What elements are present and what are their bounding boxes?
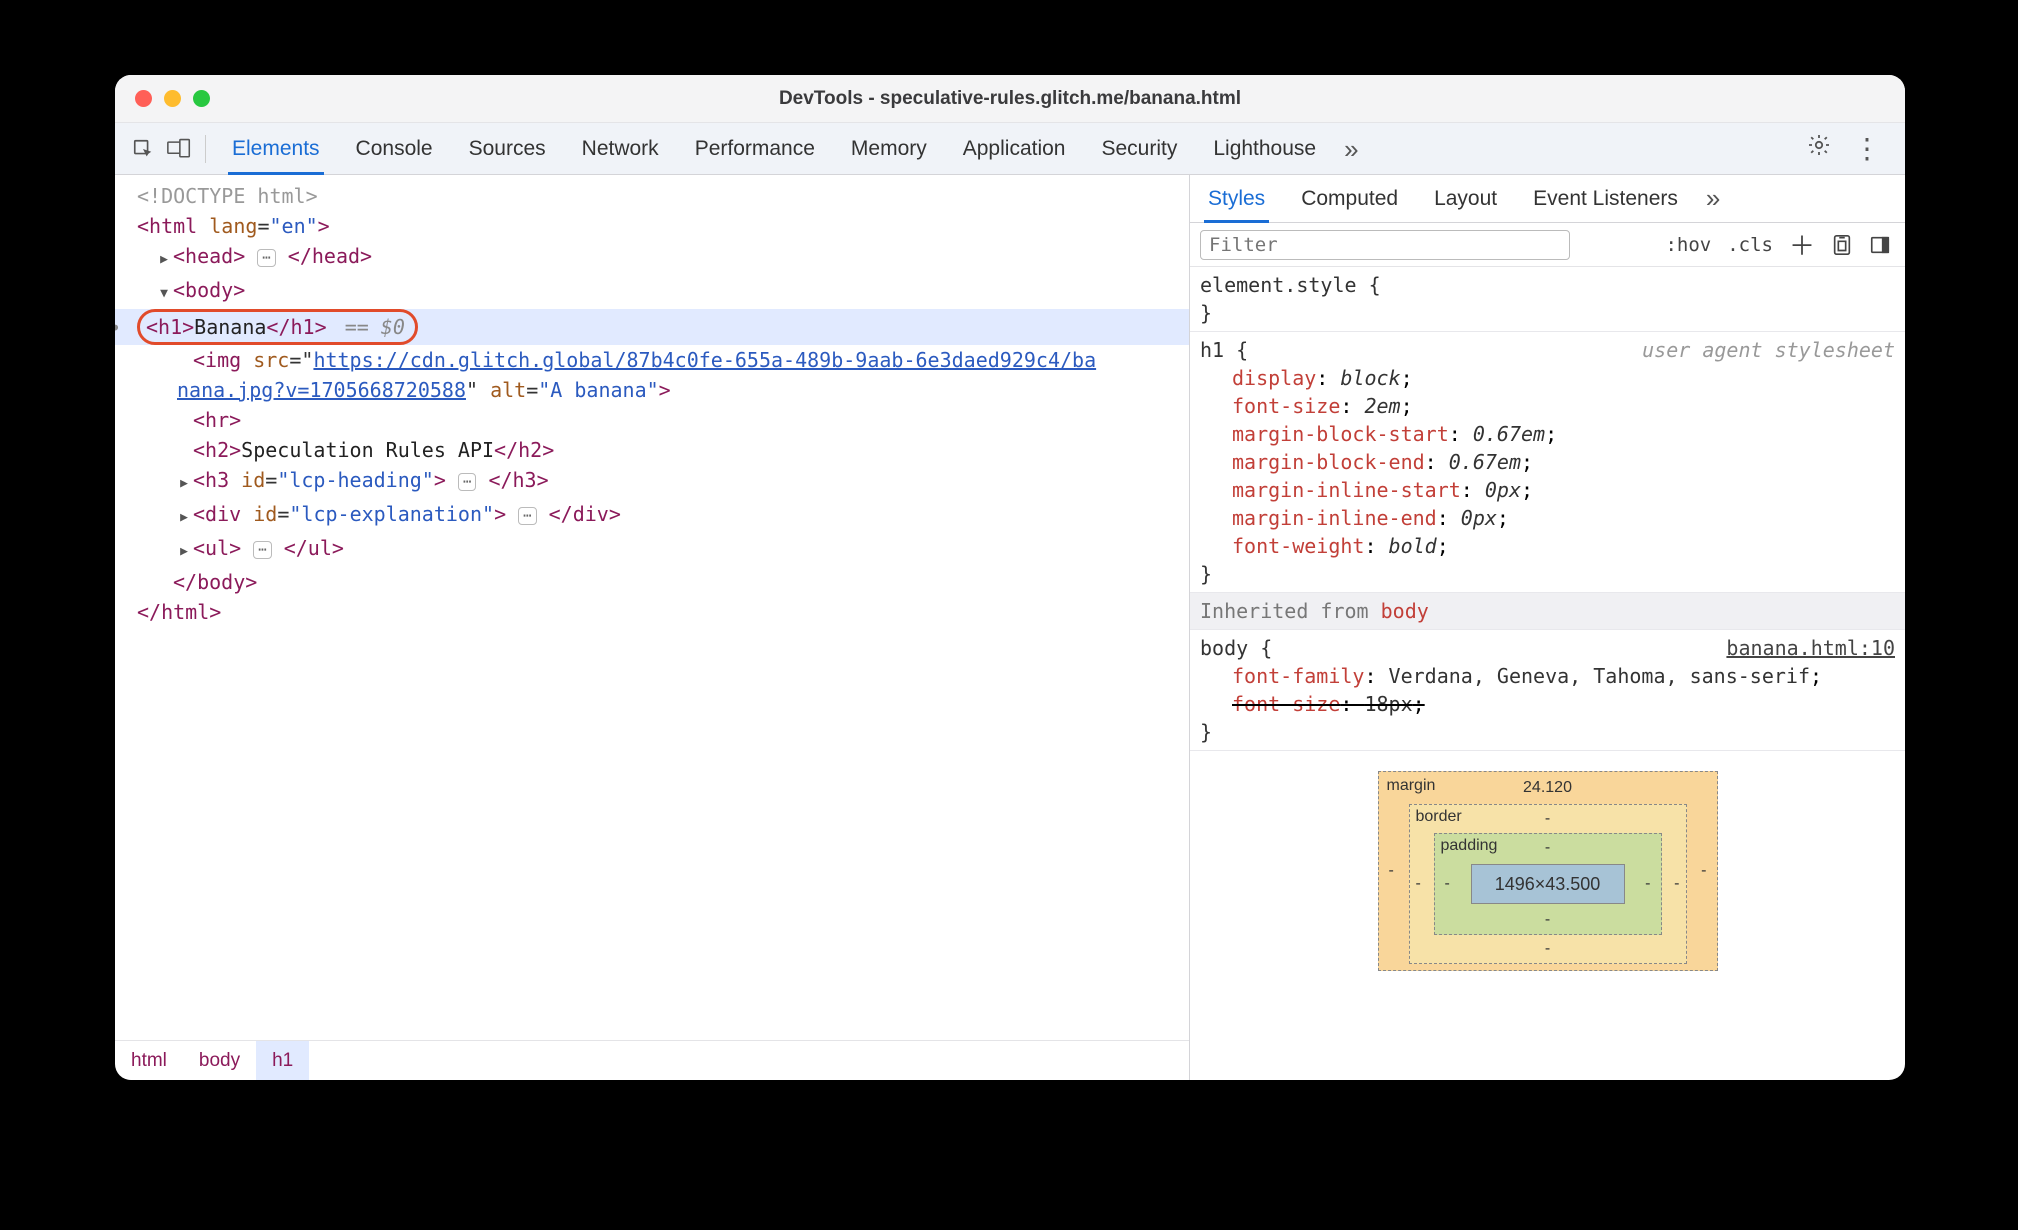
dom-body-close[interactable]: </body> <box>137 567 1189 597</box>
more-icon[interactable]: ••• <box>115 313 123 343</box>
dom-panel: <!DOCTYPE html> <html lang="en"> <head> … <box>115 175 1190 1080</box>
box-padding: padding - - - - 1496×43.500 <box>1434 833 1662 935</box>
disclosure-icon[interactable] <box>157 241 171 275</box>
dom-div[interactable]: <div id="lcp-explanation"> ⋯ </div> <box>137 499 1189 533</box>
box-margin: margin 24.120 - - border - - - padding - <box>1378 771 1718 971</box>
rule-h1[interactable]: h1 { user agent stylesheet display: bloc… <box>1190 332 1905 593</box>
dom-img[interactable]: <img src="https://cdn.glitch.global/87b4… <box>137 345 1117 405</box>
crumb-body[interactable]: body <box>183 1041 256 1080</box>
tab-performance[interactable]: Performance <box>677 123 833 174</box>
crumb-html[interactable]: html <box>115 1041 183 1080</box>
ua-stylesheet-label: user agent stylesheet <box>1642 336 1895 364</box>
rule-body[interactable]: body { banana.html:10 font-family: Verda… <box>1190 630 1905 751</box>
more-tabs-icon[interactable]: » <box>1334 123 1368 174</box>
filter-input[interactable] <box>1200 230 1570 260</box>
dom-html-close[interactable]: </html> <box>137 597 1189 627</box>
inherited-header: Inherited from body <box>1190 593 1905 630</box>
tab-memory[interactable]: Memory <box>833 123 945 174</box>
box-border: border - - - padding - - - - <box>1409 804 1687 964</box>
divider <box>205 135 206 163</box>
dom-tree[interactable]: <!DOCTYPE html> <html lang="en"> <head> … <box>115 175 1189 1040</box>
ellipsis-icon[interactable]: ⋯ <box>253 541 271 559</box>
new-rule-icon[interactable]: ＋ <box>1785 223 1819 266</box>
tab-security[interactable]: Security <box>1083 123 1195 174</box>
ellipsis-icon[interactable]: ⋯ <box>257 249 275 267</box>
box-content: 1496×43.500 <box>1471 864 1625 904</box>
styles-sidebar-icon[interactable] <box>1827 223 1857 266</box>
margin-label: margin <box>1387 778 1436 794</box>
kebab-icon[interactable]: ⋮ <box>1853 143 1881 154</box>
tab-application[interactable]: Application <box>945 123 1084 174</box>
filter-bar: :hov .cls ＋ <box>1190 223 1905 267</box>
tab-lighthouse[interactable]: Lighthouse <box>1195 123 1334 174</box>
box-model[interactable]: margin 24.120 - - border - - - padding - <box>1190 751 1905 971</box>
tab-console[interactable]: Console <box>338 123 451 174</box>
disclosure-icon[interactable] <box>177 533 191 567</box>
crumb-h1[interactable]: h1 <box>256 1041 309 1080</box>
h1-text: Banana <box>194 315 266 339</box>
hov-button[interactable]: :hov <box>1661 223 1715 266</box>
close-icon[interactable] <box>135 90 152 107</box>
page-title: DevTools - speculative-rules.glitch.me/b… <box>115 88 1905 110</box>
dom-body-open[interactable]: <body> <box>137 275 1189 309</box>
split-view: <!DOCTYPE html> <html lang="en"> <head> … <box>115 175 1905 1080</box>
styles-panel: Styles Computed Layout Event Listeners »… <box>1190 175 1905 1080</box>
panel-toggle-icon[interactable] <box>1865 223 1895 266</box>
selected-ref: == $0 <box>345 315 405 339</box>
source-link[interactable]: banana.html:10 <box>1726 634 1895 662</box>
inspect-icon[interactable] <box>131 137 155 161</box>
tab-network[interactable]: Network <box>564 123 677 174</box>
panel-tabstrip: Elements Console Sources Network Perform… <box>115 123 1905 175</box>
tab-computed[interactable]: Computed <box>1283 175 1416 222</box>
gear-icon[interactable] <box>1807 133 1831 164</box>
ellipsis-icon[interactable]: ⋯ <box>458 473 476 491</box>
breadcrumb: html body h1 <box>115 1040 1189 1080</box>
disclosure-icon[interactable] <box>177 499 191 533</box>
css-rules[interactable]: element.style { } h1 { user agent styles… <box>1190 267 1905 1080</box>
device-icon[interactable] <box>167 137 191 161</box>
maximize-icon[interactable] <box>193 90 210 107</box>
minimize-icon[interactable] <box>164 90 181 107</box>
dom-h2[interactable]: <h2>Speculation Rules API</h2> <box>137 435 1189 465</box>
dom-h3[interactable]: <h3 id="lcp-heading"> ⋯ </h3> <box>137 465 1189 499</box>
tab-sources[interactable]: Sources <box>451 123 564 174</box>
dom-hr[interactable]: <hr> <box>137 405 1189 435</box>
dom-doctype[interactable]: <!DOCTYPE html> <box>137 181 1189 211</box>
rule-element-style[interactable]: element.style { } <box>1190 267 1905 332</box>
tab-elements[interactable]: Elements <box>214 123 338 174</box>
styles-tabs: Styles Computed Layout Event Listeners » <box>1190 175 1905 223</box>
tab-styles[interactable]: Styles <box>1190 175 1283 222</box>
tab-layout[interactable]: Layout <box>1416 175 1515 222</box>
margin-top: 24.120 <box>1523 780 1572 796</box>
dom-ul[interactable]: <ul> ⋯ </ul> <box>137 533 1189 567</box>
disclosure-icon[interactable] <box>157 275 171 309</box>
more-styles-tabs[interactable]: » <box>1696 175 1730 222</box>
dom-h1-selected[interactable]: ••• <h1>Banana</h1> == $0 <box>115 309 1189 345</box>
ellipsis-icon[interactable]: ⋯ <box>518 507 536 525</box>
content-size: 1496×43.500 <box>1495 875 1601 893</box>
titlebar: DevTools - speculative-rules.glitch.me/b… <box>115 75 1905 123</box>
traffic-lights <box>135 90 210 107</box>
cls-button[interactable]: .cls <box>1723 223 1777 266</box>
tab-event-listeners[interactable]: Event Listeners <box>1515 175 1696 222</box>
dom-head[interactable]: <head> ⋯ </head> <box>137 241 1189 275</box>
devtools-window: DevTools - speculative-rules.glitch.me/b… <box>115 75 1905 1080</box>
disclosure-icon[interactable] <box>177 465 191 499</box>
dom-html-open[interactable]: <html lang="en"> <box>137 211 1189 241</box>
